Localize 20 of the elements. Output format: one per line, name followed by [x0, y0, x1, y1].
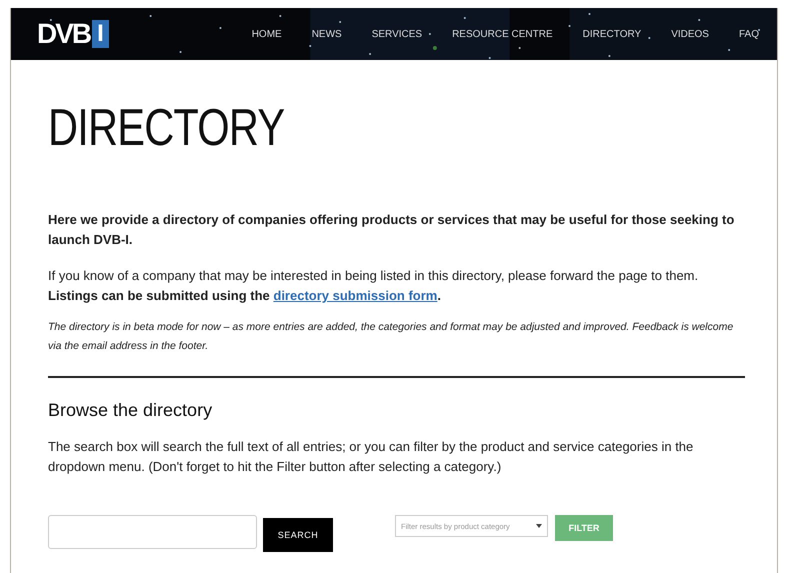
page-title: DIRECTORY: [48, 98, 286, 158]
caret-icon: [536, 524, 542, 528]
logo-text: DVB: [37, 18, 90, 50]
nav-link[interactable]: FAQ: [738, 28, 759, 40]
nav-link[interactable]: NEWS: [312, 28, 342, 40]
beta-note: The directory is in beta mode for now – as more entries are added, the categories and format may be adjusted and improved. Feedback is welcome via the email address in the footer.: [48, 320, 734, 354]
logo[interactable]: DVB I: [37, 18, 109, 50]
submission-link[interactable]: directory submission form: [273, 288, 438, 303]
search-field[interactable]: [48, 515, 257, 549]
nav-link[interactable]: RESOURCE CENTRE: [452, 28, 553, 40]
listing-paragraph: If you know of a company that may be interested in being listed in this directory, please forward the page to them. Listings can be submitted using the directory submission form.: [48, 267, 700, 305]
search-button[interactable]: SEARCH: [263, 518, 333, 552]
browse-paragraph: The search box will search the full text of all entries; or you can filter by the product and service categories in the dropdown menu. (Don't forget to hit the Filter button after selecting a category.): [48, 438, 694, 476]
logo-accent: I: [92, 20, 109, 48]
nav-link[interactable]: VIDEOS: [671, 28, 709, 40]
intro-paragraph: Here we provide a directory of companies offering products or services that may be useful for those seeking to launch DVB-I.: [48, 211, 736, 249]
nav-link[interactable]: SERVICES: [372, 28, 422, 40]
nav-link[interactable]: DIRECTORY: [582, 28, 642, 40]
section-heading: Browse the directory: [48, 400, 214, 421]
nav-link[interactable]: HOME: [252, 28, 282, 40]
